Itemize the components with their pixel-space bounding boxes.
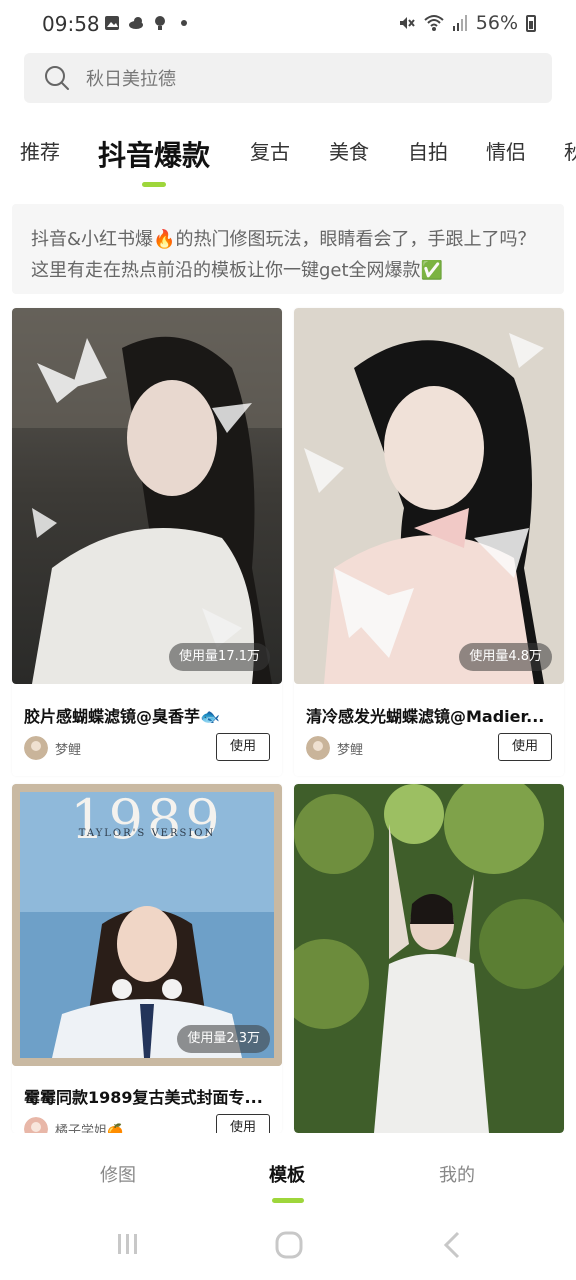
template-title: 清冷感发光蝴蝶滤镜@Madier... xyxy=(306,707,545,726)
search-icon xyxy=(45,66,69,90)
template-thumbnail[interactable] xyxy=(294,784,564,1133)
template-card[interactable]: 使用量17.1万 胶片感蝴蝶滤镜@臭香芋🐟 梦鲤 使用 xyxy=(12,308,282,776)
avatar xyxy=(24,1117,48,1133)
back-icon[interactable] xyxy=(440,1231,464,1259)
template-card[interactable]: 1989 TAYLOR'S VERSION 使用量2.3万 霉霉同款1989复古… xyxy=(12,784,282,1133)
use-template-button[interactable]: 使用 xyxy=(216,733,270,761)
template-title: 胶片感蝴蝶滤镜@臭香芋🐟 xyxy=(24,707,220,726)
avatar xyxy=(24,736,48,760)
template-thumbnail[interactable]: 使用量4.8万 xyxy=(294,308,564,684)
status-time: 09:58 xyxy=(42,12,100,36)
battery-percent: 56% xyxy=(475,12,518,34)
tab-recommend[interactable]: 推荐 xyxy=(20,136,60,165)
tab-autumn[interactable]: 秋 xyxy=(564,136,576,165)
recents-icon[interactable] xyxy=(115,1231,141,1257)
author-name: 梦鲤 xyxy=(55,743,82,758)
search-input[interactable] xyxy=(84,53,528,105)
status-bar: 09:58 56% xyxy=(0,0,576,48)
tab-selfie[interactable]: 自拍 xyxy=(408,136,448,165)
wifi-icon xyxy=(424,15,444,31)
weather-icon xyxy=(129,17,143,29)
bottom-nav: 修图 模板 我的 xyxy=(0,1133,576,1213)
notification-icons xyxy=(104,15,192,31)
usage-badge: 使用量4.8万 xyxy=(459,643,552,671)
template-card[interactable] xyxy=(294,784,564,1133)
template-card[interactable]: 使用量4.8万 清冷感发光蝴蝶滤镜@Madier... 梦鲤 使用 xyxy=(294,308,564,776)
signal-icon xyxy=(452,15,467,31)
bulb-icon xyxy=(155,16,165,30)
usage-badge: 使用量2.3万 xyxy=(177,1025,270,1053)
nav-templates[interactable]: 模板 xyxy=(269,1161,305,1187)
author-name: 橘子学姐🍊 xyxy=(55,1124,124,1133)
template-title: 霉霉同款1989复古美式封面专... xyxy=(24,1088,263,1107)
battery-icon xyxy=(526,14,536,32)
home-icon[interactable] xyxy=(275,1231,303,1259)
use-template-button[interactable]: 使用 xyxy=(216,1114,270,1133)
system-nav-bar xyxy=(0,1213,576,1280)
gallery-icon xyxy=(105,16,119,30)
author-name: 梦鲤 xyxy=(337,743,364,758)
nav-edit[interactable]: 修图 xyxy=(100,1161,136,1187)
cover-title-1989: 1989 xyxy=(70,788,224,851)
active-tab-indicator xyxy=(142,182,166,187)
status-right: 56% xyxy=(398,12,536,34)
category-tabs: 推荐 抖音爆款 复古 美食 自拍 情侣 秋 xyxy=(0,120,576,190)
category-description: 抖音&小红书爆🔥的热门修图玩法，眼睛看会了，手跟上了吗？这里有走在热点前沿的模板… xyxy=(12,204,564,294)
mute-icon xyxy=(399,17,415,29)
nav-me[interactable]: 我的 xyxy=(439,1161,475,1187)
dot-icon xyxy=(181,20,187,26)
tab-retro[interactable]: 复古 xyxy=(250,136,290,165)
tab-food[interactable]: 美食 xyxy=(329,136,369,165)
tab-douyin-hot[interactable]: 抖音爆款 xyxy=(98,134,210,174)
active-nav-indicator xyxy=(272,1198,304,1203)
use-template-button[interactable]: 使用 xyxy=(498,733,552,761)
template-thumbnail[interactable]: 1989 TAYLOR'S VERSION 使用量2.3万 xyxy=(12,784,282,1066)
cover-subtitle: TAYLOR'S VERSION xyxy=(78,828,216,839)
avatar xyxy=(306,736,330,760)
template-thumbnail[interactable]: 使用量17.1万 xyxy=(12,308,282,684)
search-bar[interactable] xyxy=(24,53,552,105)
usage-badge: 使用量17.1万 xyxy=(169,643,270,671)
tab-couple[interactable]: 情侣 xyxy=(486,136,526,165)
